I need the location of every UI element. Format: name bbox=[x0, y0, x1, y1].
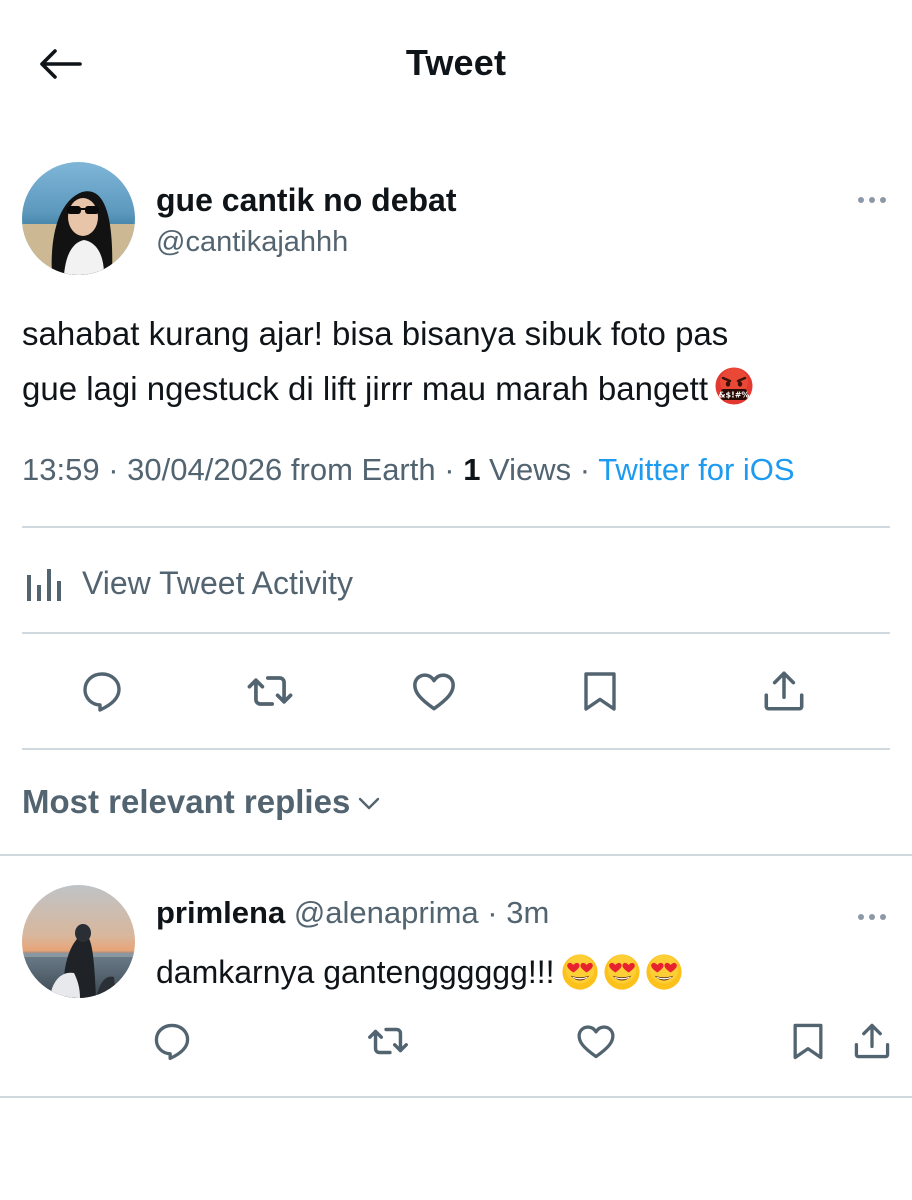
heart-eyes-emoji-icon bbox=[603, 954, 640, 990]
bookmark-icon bbox=[793, 1023, 823, 1060]
meta-separator: · bbox=[571, 452, 599, 487]
emoji-symbols-text: &$!#% bbox=[719, 391, 750, 400]
reply-like-button[interactable] bbox=[570, 1015, 622, 1067]
divider bbox=[0, 854, 912, 856]
share-icon bbox=[764, 671, 804, 711]
more-dot-icon bbox=[858, 914, 864, 920]
divider bbox=[22, 632, 890, 634]
page-title: Tweet bbox=[405, 42, 507, 83]
share-button[interactable] bbox=[756, 663, 812, 719]
views-label: Views bbox=[480, 452, 572, 487]
more-dot-icon bbox=[880, 914, 886, 920]
meta-separator: · bbox=[435, 452, 464, 487]
more-options-button[interactable] bbox=[852, 190, 892, 210]
view-tweet-activity-label: View Tweet Activity bbox=[82, 564, 353, 601]
reply-more-options-button[interactable] bbox=[852, 907, 892, 927]
reply-share-button[interactable] bbox=[846, 1015, 898, 1067]
author-avatar[interactable] bbox=[22, 162, 135, 275]
reply-reply-button[interactable] bbox=[146, 1015, 198, 1067]
tweet-date: 30/04/2026 from Earth bbox=[127, 452, 436, 487]
reply-text: damkarnya gantengggggg!!! bbox=[156, 953, 683, 991]
reply-avatar-image bbox=[22, 885, 135, 998]
reply-retweet-button[interactable] bbox=[362, 1015, 414, 1067]
more-dot-icon bbox=[880, 197, 886, 203]
heart-eyes-emoji-icon bbox=[561, 954, 598, 990]
divider bbox=[22, 526, 890, 528]
replies-sort-dropdown[interactable]: Most relevant replies bbox=[22, 783, 380, 821]
reply-avatar[interactable] bbox=[22, 885, 135, 998]
analytics-bars-icon bbox=[27, 569, 61, 601]
reply-icon bbox=[83, 672, 121, 712]
bookmark-icon bbox=[584, 672, 616, 711]
tweet-time: 13:59 bbox=[22, 452, 100, 487]
bookmark-button[interactable] bbox=[572, 663, 628, 719]
author-handle[interactable]: @cantikajahhh bbox=[156, 226, 348, 259]
reply-text-content: damkarnya gantengggggg!!! bbox=[156, 954, 555, 990]
retweet-icon bbox=[247, 676, 293, 706]
tweet-text-line-1: sahabat kurang ajar! bisa bisanya sibuk … bbox=[22, 315, 729, 352]
reply-bookmark-button[interactable] bbox=[782, 1015, 834, 1067]
face-with-symbols-on-mouth-icon: &$!#% bbox=[714, 366, 754, 422]
top-bar: Tweet bbox=[0, 0, 912, 125]
more-dot-icon bbox=[858, 197, 864, 203]
meta-separator: · bbox=[99, 452, 128, 487]
more-dot-icon bbox=[869, 197, 875, 203]
reply-icon bbox=[154, 1023, 190, 1061]
like-icon bbox=[577, 1025, 615, 1059]
retweet-button[interactable] bbox=[242, 663, 298, 719]
reply-time: · 3m bbox=[478, 895, 550, 930]
tweet-text-line-2: gue lagi ngestuck di lift jirrr mau mara… bbox=[22, 361, 892, 422]
divider bbox=[22, 748, 890, 750]
author-name[interactable]: gue cantik no debat bbox=[156, 182, 456, 219]
tweet-text-line-2-content: gue lagi ngestuck di lift jirrr mau mara… bbox=[22, 370, 709, 407]
tweet-source-link[interactable]: Twitter for iOS bbox=[598, 452, 794, 487]
tweet-detail-page: Tweet gue cantik no debat @cantikajahhh … bbox=[0, 0, 912, 1200]
views-count: 1 bbox=[463, 452, 481, 487]
author-avatar-image bbox=[22, 162, 135, 275]
reply-button[interactable] bbox=[74, 663, 130, 719]
chevron-down-icon bbox=[359, 797, 380, 810]
heart-eyes-emoji-icon bbox=[645, 954, 682, 990]
more-dot-icon bbox=[869, 914, 875, 920]
view-tweet-activity-button[interactable]: View Tweet Activity bbox=[22, 558, 353, 608]
retweet-icon bbox=[368, 1027, 408, 1055]
share-icon bbox=[854, 1023, 890, 1059]
tweet-text: sahabat kurang ajar! bisa bisanya sibuk … bbox=[22, 306, 892, 422]
tweet-author: gue cantik no debat @cantikajahhh bbox=[22, 162, 892, 277]
reply-author-name[interactable]: primlena bbox=[156, 895, 285, 930]
divider bbox=[0, 1096, 912, 1098]
reply-emojis bbox=[561, 953, 683, 991]
like-icon bbox=[413, 673, 455, 711]
tweet-meta: 13:59 · 30/04/2026 from Earth · 1 Views … bbox=[22, 452, 795, 488]
like-button[interactable] bbox=[406, 663, 462, 719]
reply-author-handle[interactable]: @alenaprima bbox=[285, 895, 479, 930]
reply-header: primlena @alenaprima · 3m bbox=[156, 895, 549, 931]
replies-sort-label: Most relevant replies bbox=[22, 783, 351, 820]
